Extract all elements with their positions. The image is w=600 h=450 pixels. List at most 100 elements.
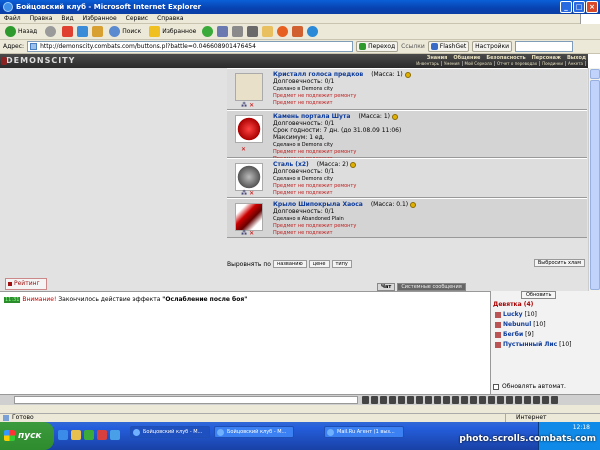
taskbar: пуск Бойцовский клуб - M... Бойцовский к… (0, 422, 600, 450)
chat-tool-icon[interactable] (515, 396, 522, 404)
nav-skills[interactable]: Умения (444, 61, 463, 66)
item-controls[interactable]: ✕ (241, 146, 246, 153)
settings-button[interactable]: Настройки (472, 41, 513, 52)
print-icon[interactable] (232, 26, 244, 37)
chat-time: 11:31 (4, 297, 21, 303)
chat-tool-icon[interactable] (443, 396, 450, 404)
app-launch-icon[interactable] (97, 430, 107, 440)
vertical-scrollbar[interactable] (588, 68, 600, 304)
user-entry[interactable]: Lucky [10] (495, 311, 537, 318)
item-name[interactable]: Кристалл голоса предков (273, 71, 363, 78)
taskbar-task[interactable]: Бойцовский клуб - M... (130, 426, 210, 438)
chat-tool-icon[interactable] (506, 396, 513, 404)
chat-tool-icon[interactable] (470, 396, 477, 404)
desktop-launch-icon[interactable] (110, 430, 120, 440)
maximize-button[interactable]: □ (573, 1, 585, 13)
nav-transfers[interactable]: Отчет о переводах (497, 61, 541, 66)
menu-help[interactable]: Справка (157, 15, 183, 22)
back-button[interactable]: Назад (3, 25, 39, 38)
chat-tool-icon[interactable] (497, 396, 504, 404)
chat-tool-icon[interactable] (416, 396, 423, 404)
item-controls[interactable]: ⁂ ✕ (241, 230, 254, 237)
taskbar-task[interactable]: Бойцовский клуб - M... (214, 426, 294, 438)
rating-button[interactable]: Рейтинг (5, 278, 47, 290)
user-entry[interactable]: Nebunul [10] (495, 321, 546, 328)
close-button[interactable]: × (586, 1, 598, 13)
sort-by-type-button[interactable]: типу (331, 260, 352, 268)
user-entry[interactable]: Бегби [9] (495, 331, 534, 338)
nav-inventory[interactable]: Инвентарь (416, 61, 442, 66)
folder-launch-icon[interactable] (71, 430, 81, 440)
home-icon[interactable] (92, 26, 104, 37)
edit-icon[interactable] (247, 26, 259, 37)
media-launch-icon[interactable] (84, 430, 94, 440)
chat-tool-icon[interactable] (533, 396, 540, 404)
chat-tool-icon[interactable] (551, 396, 558, 404)
medal-icon (404, 71, 411, 78)
chat-tool-icon[interactable] (434, 396, 441, 404)
chat-tool-icon[interactable] (362, 396, 369, 404)
chat-tool-icon[interactable] (389, 396, 396, 404)
nav-battles[interactable]: Поединки (542, 61, 566, 66)
chat-tool-icon[interactable] (425, 396, 432, 404)
alignment-icon (495, 311, 501, 318)
list-item: ⁂ ✕ Сталь (x2) (Масса: 2) Долговечность: 0… (227, 158, 587, 198)
sort-row: Выровнять по названию цене типу Выбросит… (227, 258, 587, 270)
minimize-button[interactable]: _ (560, 1, 572, 13)
chat-input[interactable] (14, 396, 358, 404)
menu-file[interactable]: Файл (4, 15, 21, 22)
discard-junk-button[interactable]: Выбросить хлам (533, 259, 585, 267)
stop-icon[interactable] (62, 26, 74, 37)
chat-tool-icon[interactable] (398, 396, 405, 404)
checkbox[interactable] (493, 383, 499, 390)
ie-launch-icon[interactable] (58, 430, 68, 440)
chat-tool-icon[interactable] (488, 396, 495, 404)
mail-icon[interactable] (217, 26, 229, 37)
toolbar-search-input[interactable] (515, 41, 574, 52)
messenger-icon[interactable] (307, 26, 319, 37)
chat-message: 11:31 Внимание! Закончилось действие эфф… (4, 296, 247, 303)
chat-tool-icon[interactable] (461, 396, 468, 404)
item-controls[interactable]: ⁂ ✕ (241, 102, 254, 109)
folder-icon[interactable] (262, 26, 274, 37)
menu-favorites[interactable]: Избранное (83, 15, 117, 22)
menu-tools[interactable]: Сервис (126, 15, 148, 22)
go-button[interactable]: Переход (356, 41, 399, 52)
item-controls[interactable]: ⁂ ✕ (241, 190, 254, 197)
sort-by-name-button[interactable]: названию (272, 260, 307, 268)
tool-icon[interactable] (292, 26, 304, 37)
favorites-button[interactable]: Избранное (147, 25, 198, 38)
flashget-button[interactable]: FlashGet (427, 41, 470, 52)
refresh-icon[interactable] (77, 26, 89, 37)
chat-tool-icon[interactable] (407, 396, 414, 404)
chat-tool-icon[interactable] (452, 396, 459, 404)
sort-by-price-button[interactable]: цене (308, 260, 330, 268)
menu-edit[interactable]: Правка (30, 15, 53, 22)
at-sign-icon[interactable] (277, 26, 289, 37)
item-name[interactable]: Сталь (x2) (273, 161, 309, 168)
item-name[interactable]: Крыло Шипокрыла Хаоса (273, 201, 363, 208)
chat-tool-icon[interactable] (479, 396, 486, 404)
tab-system-messages[interactable]: Системные сообщения (397, 283, 466, 291)
game-header: DEMONSCITY Знания Общение Безопасность П… (0, 54, 588, 68)
auto-refresh-toggle[interactable]: Обновлять автомат. (493, 383, 566, 390)
forward-button[interactable] (43, 25, 58, 38)
history-icon[interactable] (202, 26, 214, 37)
chat-tool-icon[interactable] (524, 396, 531, 404)
nav-profile[interactable]: Анкета (568, 61, 586, 66)
links-label[interactable]: Ссылки (401, 43, 425, 50)
item-name[interactable]: Камень портала Шута (273, 113, 350, 120)
user-entry[interactable]: Пустынный Лис [10] (495, 341, 571, 348)
start-button[interactable]: пуск (0, 422, 54, 450)
nav-my-serkola[interactable]: Мой Серкола (465, 61, 495, 66)
search-button[interactable]: Поиск (107, 25, 143, 38)
chat-tool-icon[interactable] (380, 396, 387, 404)
taskbar-task[interactable]: Mail.Ru Агент (1 выз... (324, 426, 404, 438)
chat-tool-icon[interactable] (542, 396, 549, 404)
chat-tool-icon[interactable] (371, 396, 378, 404)
location-title[interactable]: Девятка (4) (493, 301, 533, 308)
refresh-button[interactable]: Обновить (521, 291, 557, 299)
menu-view[interactable]: Вид (61, 15, 73, 22)
tab-chat[interactable]: Чат (377, 283, 396, 291)
address-input[interactable]: http://demonscity.combats.com/buttons.pl… (27, 41, 354, 52)
